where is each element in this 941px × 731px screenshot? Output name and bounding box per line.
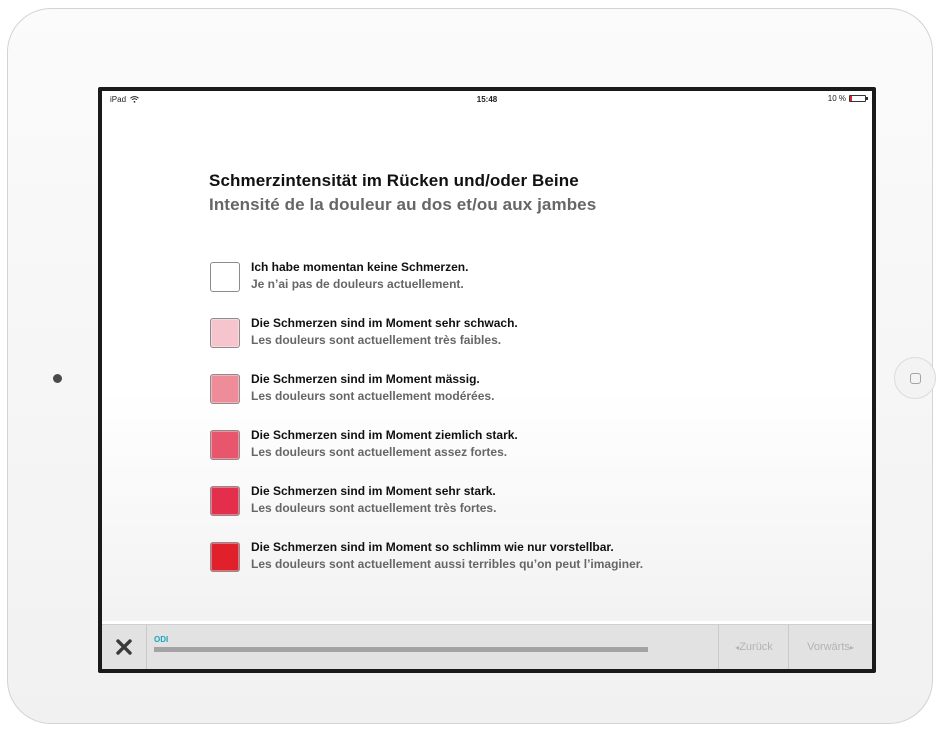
status-bar: iPad 15:48 10 % — [102, 91, 872, 107]
answer-label-de: Die Schmerzen sind im Moment sehr schwac… — [251, 316, 518, 330]
ipad-frame: iPad 15:48 10 % Schmerzintensität im Rüc… — [7, 8, 936, 724]
progress-label: ODI — [154, 635, 169, 644]
close-button[interactable] — [102, 625, 147, 669]
answer-checkbox[interactable] — [210, 262, 240, 292]
answer-label-de: Ich habe momentan keine Schmerzen. — [251, 260, 469, 274]
progress-fill — [154, 647, 648, 652]
back-button[interactable]: ◂ Zurück — [718, 625, 789, 669]
answer-label-de: Die Schmerzen sind im Moment mässig. — [251, 372, 480, 386]
answer-label-de: Die Schmerzen sind im Moment sehr stark. — [251, 484, 496, 498]
chevron-right-icon: ▸ — [849, 642, 854, 652]
next-button[interactable]: Vorwärts ▸ — [788, 625, 872, 669]
next-label: Vorwärts — [807, 641, 850, 653]
answer-label-fr: Les douleurs sont actuellement très fort… — [251, 501, 497, 515]
answer-checkbox[interactable] — [210, 542, 240, 572]
bottom-bar: ODI ◂ Zurück Vorwärts ▸ — [102, 624, 872, 669]
close-icon — [116, 639, 132, 655]
answer-label-fr: Les douleurs sont actuellement assez for… — [251, 445, 508, 459]
progress-area: ODI — [146, 625, 706, 669]
answer-label-fr: Les douleurs sont actuellement modérées. — [251, 389, 495, 403]
back-label: Zurück — [739, 641, 773, 653]
question-title-fr: Intensité de la douleur au dos et/ou aux… — [209, 195, 597, 214]
battery-text: 10 % — [827, 94, 846, 103]
camera — [53, 374, 62, 383]
question-title-de: Schmerzintensität im Rücken und/oder Bei… — [209, 171, 579, 190]
progress-bar — [154, 647, 648, 652]
home-square-icon — [910, 373, 921, 384]
display: iPad 15:48 10 % Schmerzintensität im Rüc… — [102, 91, 872, 669]
answer-checkbox[interactable] — [210, 374, 240, 404]
battery-level — [850, 96, 852, 101]
answer-label-de: Die Schmerzen sind im Moment so schlimm … — [251, 540, 614, 554]
answer-checkbox[interactable] — [210, 318, 240, 348]
answer-label-fr: Les douleurs sont actuellement aussi ter… — [251, 557, 644, 571]
battery-icon — [849, 95, 868, 102]
questionnaire-content: Schmerzintensität im Rücken und/oder Bei… — [102, 107, 872, 621]
answer-checkbox[interactable] — [210, 486, 240, 516]
home-button[interactable] — [894, 357, 936, 399]
answer-label-fr: Je n’ai pas de douleurs actuellement. — [251, 277, 464, 291]
answer-label-de: Die Schmerzen sind im Moment ziemlich st… — [251, 428, 518, 442]
screen: iPad 15:48 10 % Schmerzintensität im Rüc… — [98, 87, 876, 673]
answer-label-fr: Les douleurs sont actuellement très faib… — [251, 333, 502, 347]
answer-checkbox[interactable] — [210, 430, 240, 460]
status-right: 10 % — [827, 94, 868, 103]
status-time: 15:48 — [476, 95, 498, 104]
